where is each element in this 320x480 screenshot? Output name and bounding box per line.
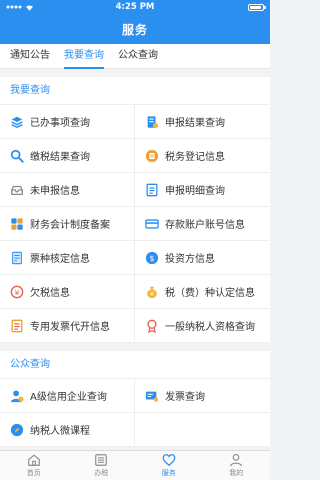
nav-service-label: 服务 bbox=[161, 469, 176, 477]
menu-item-label: 税务登记信息 bbox=[165, 152, 225, 163]
home-icon bbox=[27, 454, 40, 466]
user-check-icon bbox=[10, 389, 24, 402]
document-icon bbox=[147, 115, 159, 128]
menu-item-label: 发票查询 bbox=[165, 392, 205, 403]
section-title-my-query: 我要查询 bbox=[0, 77, 270, 105]
debt-icon: ¥ bbox=[10, 285, 24, 298]
invoice-icon bbox=[11, 319, 23, 332]
page-title: 服务 bbox=[121, 22, 148, 37]
empty-cell bbox=[135, 413, 270, 447]
svg-text:¥: ¥ bbox=[15, 287, 20, 296]
svg-text:$: $ bbox=[149, 254, 154, 263]
menu-item-invoice-query[interactable]: 发票查询 bbox=[135, 379, 270, 413]
menu-item-label: 已办事项查询 bbox=[30, 118, 90, 129]
menu-item-accounting-filing[interactable]: 财务会计制度备案 bbox=[0, 207, 135, 241]
my-query-section: 我要查询 已办事项查询 申报结果查询 缴税结果查询 税务登记信息 未申报信息 申… bbox=[0, 77, 270, 343]
top-bar: 4:25 PM 服务 bbox=[0, 0, 270, 44]
menu-item-label: 投资方信息 bbox=[165, 254, 215, 265]
menu-item-general-taxpayer[interactable]: 一般纳税人资格查询 bbox=[135, 309, 270, 343]
nav-service[interactable]: 服务 bbox=[135, 451, 203, 480]
status-bar: 4:25 PM bbox=[0, 0, 270, 14]
menu-item-undeclared[interactable]: 未申报信息 bbox=[0, 173, 135, 207]
tax-bag-icon: ¥ bbox=[147, 286, 157, 298]
public-query-section: 公众查询 A级信用企业查询 发票查询 纳税人微课程 bbox=[0, 351, 270, 447]
menu-item-label: 一般纳税人资格查询 bbox=[165, 322, 255, 333]
menu-item-label: 存款账户账号信息 bbox=[165, 220, 245, 231]
menu-item-tax-payment-result[interactable]: 缴税结果查询 bbox=[0, 139, 135, 173]
person-icon bbox=[230, 454, 243, 467]
layers-icon bbox=[11, 116, 23, 128]
menu-item-special-invoice[interactable]: 专用发票代开信息 bbox=[0, 309, 135, 343]
menu-item-ticket-type[interactable]: 票种核定信息 bbox=[0, 241, 135, 275]
menu-item-label: 专用发票代开信息 bbox=[30, 322, 110, 333]
card-icon bbox=[145, 218, 159, 229]
nav-tax-handling-label: 办税 bbox=[94, 469, 109, 477]
search-icon bbox=[10, 149, 24, 163]
invoice-search-icon bbox=[145, 391, 159, 402]
tab-my-query[interactable]: 我要查询 bbox=[64, 44, 104, 69]
investor-icon: $ bbox=[145, 251, 159, 264]
nav-mine-label: 我的 bbox=[229, 469, 244, 477]
menu-item-label: 申报结果查询 bbox=[165, 118, 225, 129]
menu-item-label: 税（费）种认定信息 bbox=[165, 288, 255, 299]
menu-item-label: 未申报信息 bbox=[30, 186, 80, 197]
menu-item-label: 票种核定信息 bbox=[30, 254, 90, 265]
menu-item-tax-arrears[interactable]: ¥ 欠税信息 bbox=[0, 275, 135, 309]
heart-icon bbox=[162, 454, 176, 467]
section-title-public-query: 公众查询 bbox=[0, 351, 270, 379]
menu-item-label: 申报明细查询 bbox=[165, 186, 225, 197]
svg-text:¥: ¥ bbox=[150, 291, 154, 298]
menu-item-label: 纳税人微课程 bbox=[30, 426, 90, 437]
ticket-icon bbox=[12, 251, 22, 264]
menu-item-deposit-account[interactable]: 存款账户账号信息 bbox=[135, 207, 270, 241]
menu-item-label: 欠税信息 bbox=[30, 288, 70, 299]
grid-icon bbox=[11, 217, 23, 230]
menu-item-label: A级信用企业查询 bbox=[30, 392, 107, 403]
tab-bar: 通知公告 我要查询 公众查询 bbox=[0, 44, 270, 69]
status-time: 4:25 PM bbox=[115, 2, 155, 12]
compass-icon bbox=[10, 423, 24, 436]
battery-icon bbox=[248, 3, 266, 11]
tab-public-query[interactable]: 公众查询 bbox=[118, 44, 158, 68]
menu-item-declaration-detail[interactable]: 申报明细查询 bbox=[135, 173, 270, 207]
inbox-icon bbox=[11, 185, 23, 195]
nav-mine[interactable]: 我的 bbox=[203, 451, 271, 480]
list-icon bbox=[95, 454, 108, 466]
form-icon bbox=[146, 183, 158, 196]
menu-item-label: 缴税结果查询 bbox=[30, 152, 90, 163]
menu-item-completed-matters[interactable]: 已办事项查询 bbox=[0, 105, 135, 139]
menu-item-declaration-result[interactable]: 申报结果查询 bbox=[135, 105, 270, 139]
nav-tax-handling[interactable]: 办税 bbox=[68, 451, 136, 480]
nav-home-label: 首页 bbox=[26, 469, 41, 477]
tab-notices[interactable]: 通知公告 bbox=[10, 44, 50, 68]
menu-item-tax-type-recognition[interactable]: ¥ 税（费）种认定信息 bbox=[135, 275, 270, 309]
menu-item-a-credit-enterprise[interactable]: A级信用企业查询 bbox=[0, 379, 135, 413]
clipboard-icon bbox=[145, 149, 159, 162]
menu-item-label: 财务会计制度备案 bbox=[30, 220, 110, 231]
menu-item-investor[interactable]: $ 投资方信息 bbox=[135, 241, 270, 275]
bottom-navigation: 首页 办税 服务 我的 bbox=[0, 450, 270, 480]
badge-icon bbox=[147, 319, 157, 333]
menu-item-taxpayer-microcourse[interactable]: 纳税人微课程 bbox=[0, 413, 135, 447]
nav-home[interactable]: 首页 bbox=[0, 451, 68, 480]
menu-item-tax-registration[interactable]: 税务登记信息 bbox=[135, 139, 270, 173]
